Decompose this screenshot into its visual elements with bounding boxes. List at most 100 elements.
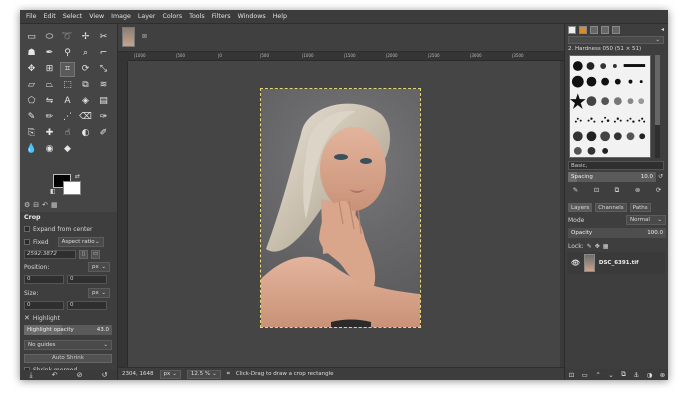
menu-tools[interactable]: Tools [189,13,205,20]
reset-spacing-icon[interactable]: ↺ [658,173,663,180]
menu-help[interactable]: Help [273,13,287,20]
reset-options-icon[interactable]: ↺ [102,371,108,379]
delete-options-icon[interactable]: ⊘ [77,371,83,379]
brush-spacing-slider[interactable]: Spacing 10.0 [568,172,656,182]
mode-dropdown[interactable]: Normal ⌄ [626,215,666,225]
zoom-dropdown[interactable]: 12.5 % ⌄ [186,369,221,379]
fonts-tab-icon[interactable] [590,26,598,34]
eye-icon[interactable]: 👁 [571,259,580,267]
scrollbar-thumb[interactable] [655,55,660,125]
layer-row[interactable]: 👁 DSC_6391.tif [567,252,665,274]
rect-select-icon[interactable]: ▭ [24,30,39,45]
brush-grid[interactable] [569,55,651,158]
eraser-icon[interactable]: ⌫ [78,110,93,125]
menu-colors[interactable]: Colors [162,13,182,20]
expand-from-center-row[interactable]: Expand from center [24,224,110,234]
tab-layers[interactable]: Layers [568,203,593,212]
size-unit-dropdown[interactable]: px ⌄ [88,288,110,298]
lock-position-icon[interactable]: ✥ [595,243,600,250]
position-x-input[interactable]: 0 [24,274,64,284]
patterns-tab-icon[interactable] [579,26,587,34]
3d-transform-icon[interactable]: ⬚ [60,78,75,93]
warp-icon[interactable]: ≋ [96,78,111,93]
raise-layer-icon[interactable]: ⌃ [595,371,600,379]
close-icon[interactable]: ✕ [24,314,30,322]
clone-icon[interactable]: ⎘ [24,126,39,141]
tab-paths[interactable]: Paths [629,203,651,212]
landscape-icon[interactable]: ▭ [91,249,100,259]
refresh-brushes-icon[interactable]: ⟳ [656,186,661,196]
align-icon[interactable]: ⊞ [42,62,57,77]
document-history-tab-icon[interactable] [601,26,609,34]
tab-channels[interactable]: Channels [595,203,627,212]
help-tab-icon[interactable] [612,26,620,34]
convolve-icon[interactable]: ◉ [42,142,57,157]
menu-filters[interactable]: Filters [212,13,231,20]
unified-transform-icon[interactable]: ⧉ [78,78,93,93]
scissors-select-icon[interactable]: ✂ [96,30,111,45]
new-group-icon[interactable]: ▭ [582,371,588,379]
zoom-icon[interactable]: ⌕ [78,46,93,61]
new-brush-icon[interactable]: ⊡ [594,186,599,196]
expand-from-center-checkbox[interactable] [24,226,30,232]
auto-shrink-button[interactable]: Auto Shrink [24,353,112,363]
portrait-photo[interactable] [260,88,421,328]
highlight-opacity-slider[interactable]: Highlight opacity 43.0 [24,325,112,335]
menu-image[interactable]: Image [111,13,131,20]
fixed-mode-dropdown[interactable]: Aspect ratio ⌄ [57,237,104,247]
guides-dropdown[interactable]: No guides ⌄ [24,340,112,350]
duplicate-layer-icon[interactable]: ⧉ [621,370,626,379]
airbrush-icon[interactable]: ⋰ [60,110,75,125]
portrait-icon[interactable]: ▯ [79,249,88,259]
mask-icon[interactable]: ◑ [647,371,653,379]
background-color-swatch[interactable] [63,181,81,195]
move-icon[interactable]: ✥ [24,62,39,77]
menu-layer[interactable]: Layer [138,13,156,20]
tool-options-tab-icon[interactable]: ⚙ [24,201,30,209]
vertical-ruler[interactable] [118,61,128,367]
highlight-row[interactable]: ✕ Highlight [24,313,110,323]
menu-windows[interactable]: Windows [238,13,266,20]
aspect-ratio-input[interactable]: 2592:3872 [24,249,76,259]
text-icon[interactable]: A [60,94,75,109]
rotate-icon[interactable]: ⟳ [78,62,93,77]
pencil-icon[interactable]: ✏ [42,110,57,125]
mypaint-brush-icon[interactable]: ✐ [96,126,111,141]
perspective-icon[interactable]: ⏢ [42,78,57,93]
lasso-icon[interactable]: ➰ [60,30,75,45]
smudge-icon[interactable]: ☝ [60,126,75,141]
edit-brush-icon[interactable]: ✎ [573,186,578,196]
unit-dropdown[interactable]: px ⌄ [159,369,181,379]
reset-colors-icon[interactable]: ◧ [50,188,56,195]
paths-icon[interactable]: ✒ [42,46,57,61]
bucket-fill-icon[interactable]: ◈ [78,94,93,109]
undo-history-tab-icon[interactable]: ↶ [42,201,48,209]
ruler-corner[interactable] [118,52,128,61]
position-y-input[interactable]: 0 [67,274,107,284]
foreground-select-icon[interactable]: ☗ [24,46,39,61]
close-icon[interactable]: ⊠ [142,33,147,40]
cage-icon[interactable]: ⬠ [24,94,39,109]
brush-grid-scrollbar[interactable] [655,55,660,158]
blur-icon[interactable]: 💧 [24,142,39,157]
image-tab-thumbnail[interactable] [122,27,135,47]
brush-tag-input[interactable]: Basic, [568,161,664,170]
restore-options-icon[interactable]: ↶ [52,371,58,379]
lower-layer-icon[interactable]: ⌄ [608,371,613,379]
sharpen-icon[interactable]: ◆ [60,142,75,157]
dock-menu-icon[interactable]: ◂ [661,26,664,33]
color-picker-icon[interactable]: ⚲ [60,46,75,61]
shear-icon[interactable]: ▱ [24,78,39,93]
save-options-icon[interactable]: ⤓ [30,371,33,380]
lock-alpha-icon[interactable]: ▦ [603,243,609,250]
new-layer-icon[interactable]: ⊡ [569,371,574,379]
brushes-tab-icon[interactable] [568,26,576,34]
image-canvas[interactable] [128,61,560,367]
ellipse-select-icon[interactable]: ⬭ [42,30,57,45]
lock-pixels-icon[interactable]: ✎ [587,243,592,250]
images-tab-icon[interactable]: ▦ [51,201,58,209]
position-unit-dropdown[interactable]: px ⌄ [88,262,110,272]
anchor-layer-icon[interactable]: ⚓ [633,371,639,379]
menu-select[interactable]: Select [63,13,82,20]
opacity-slider[interactable]: Opacity 100.0 [568,228,666,238]
